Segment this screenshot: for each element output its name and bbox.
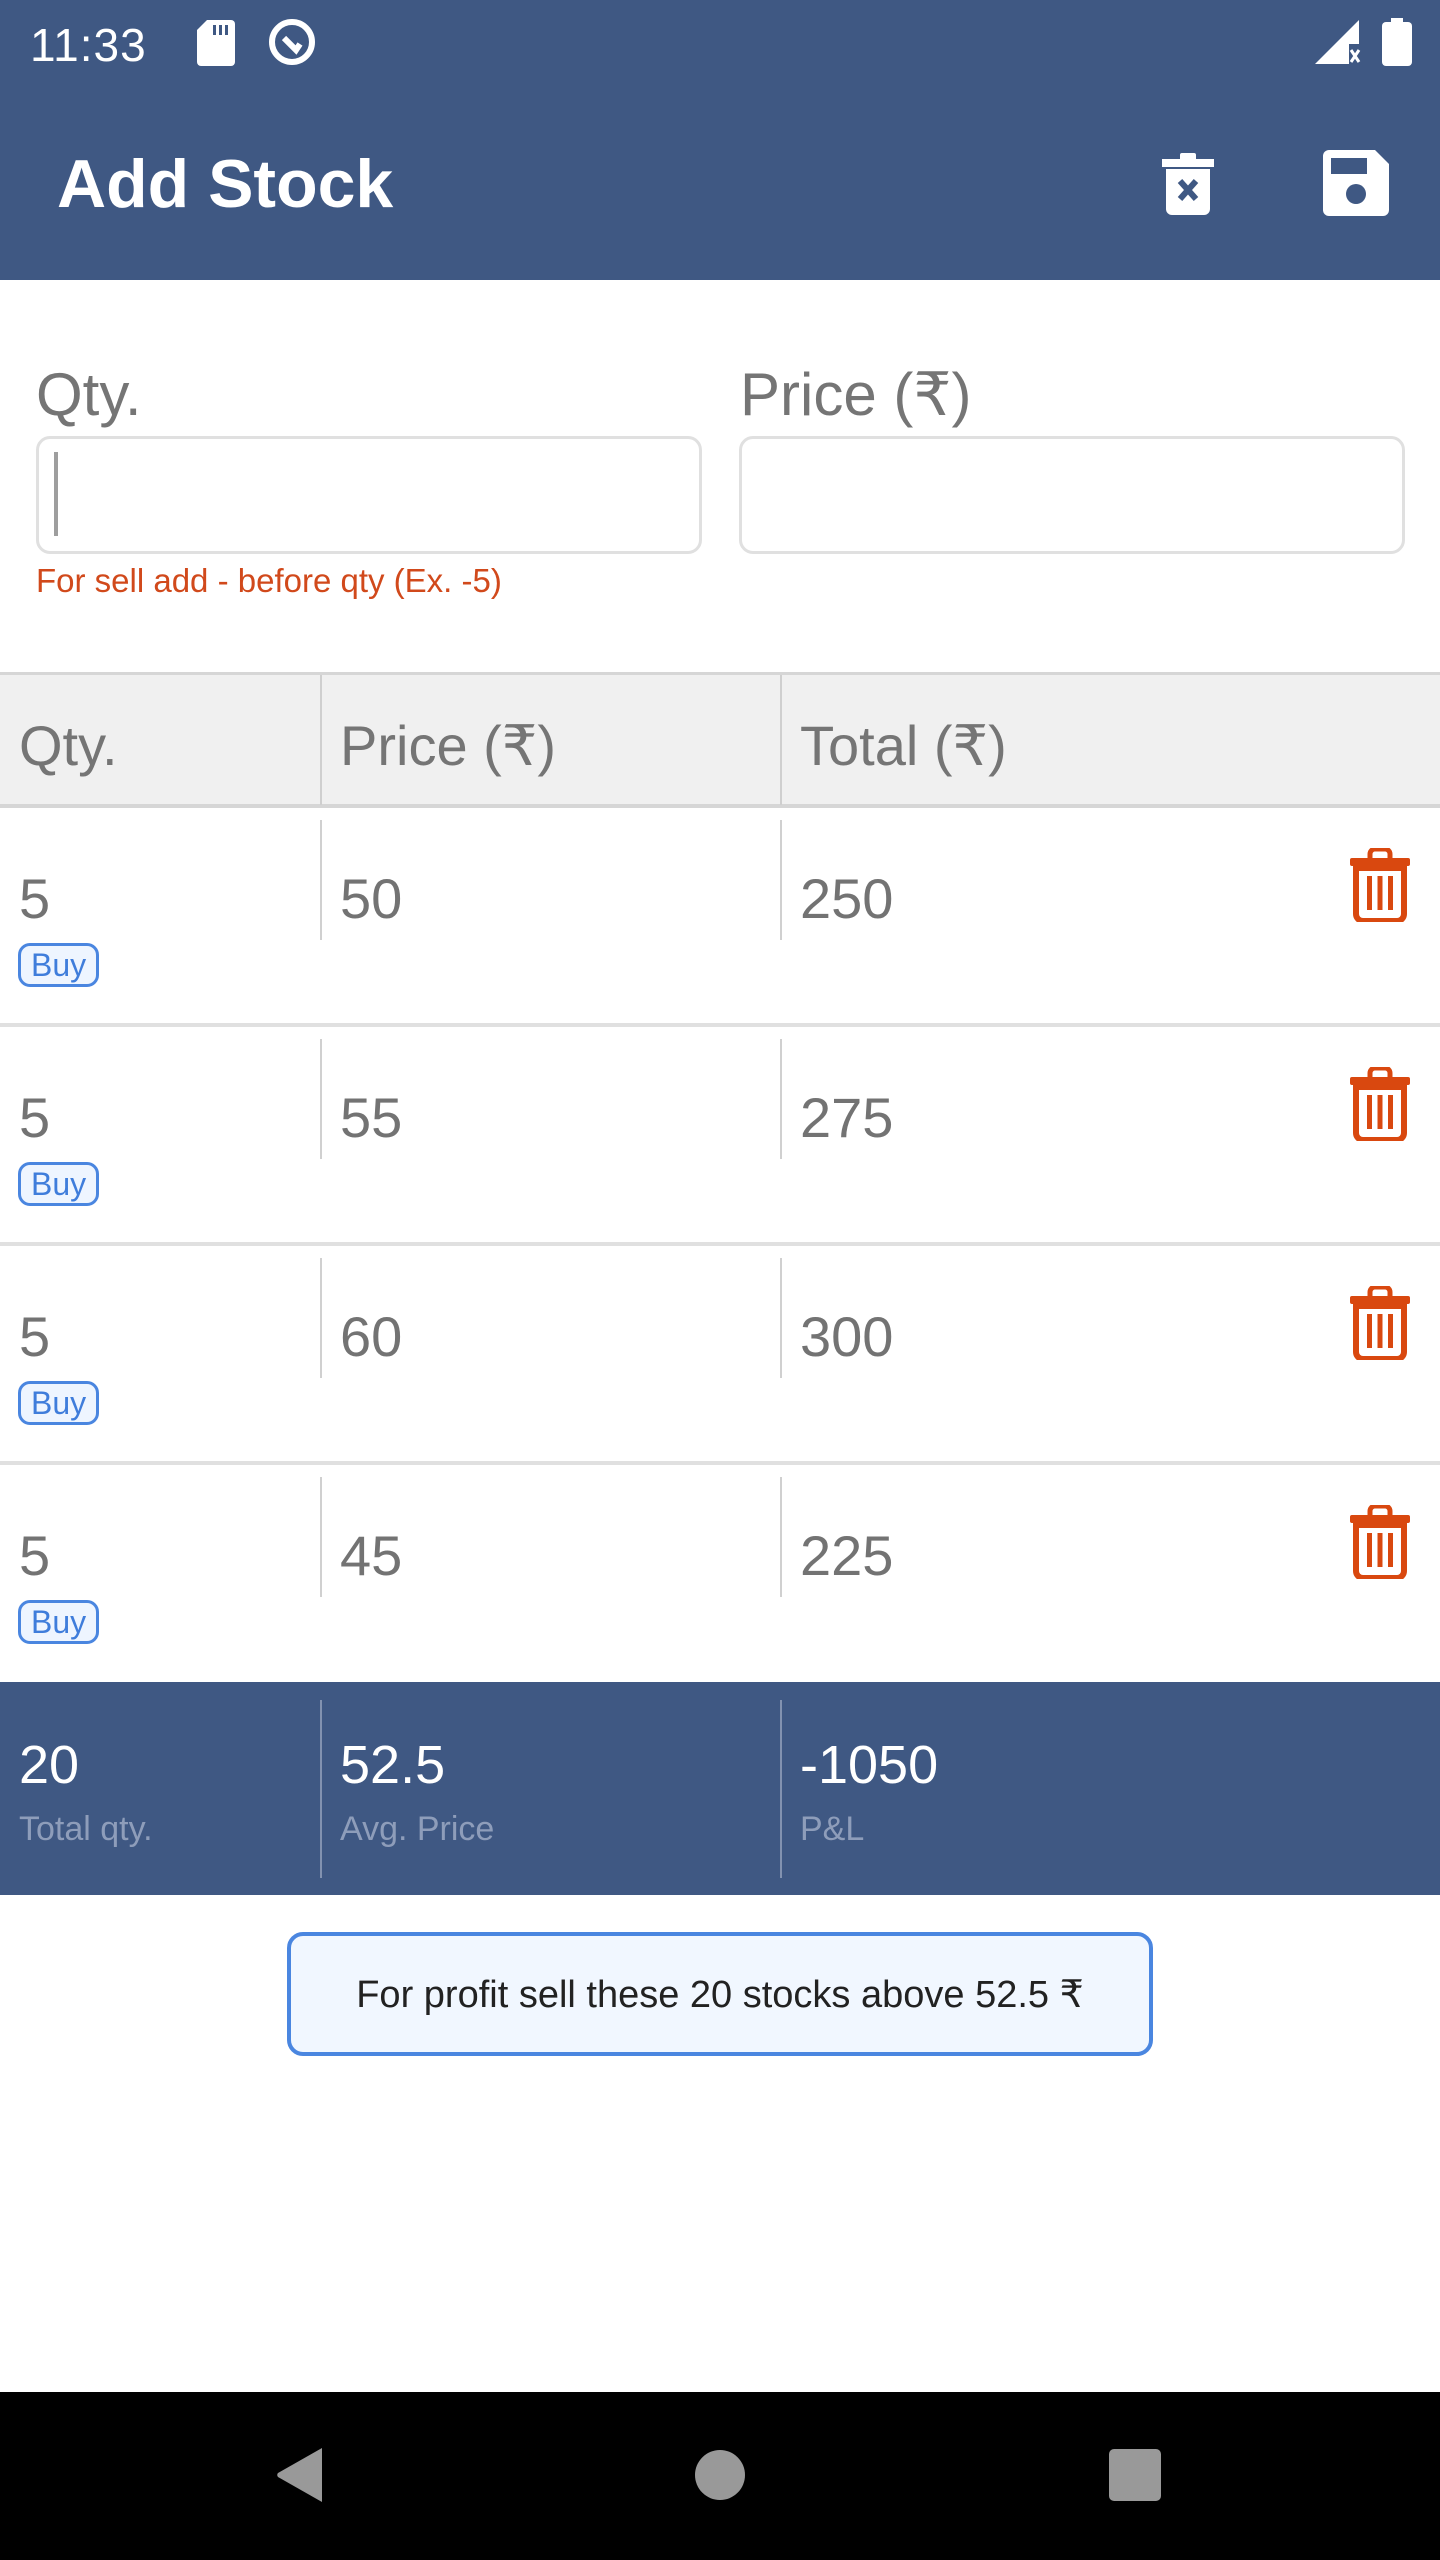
delete-row-button[interactable] (1350, 1284, 1420, 1366)
delete-row-button[interactable] (1350, 1065, 1420, 1147)
price-input[interactable] (739, 436, 1405, 554)
pnl-label: P&L (800, 1810, 865, 1848)
row-price: 60 (340, 1305, 403, 1368)
navigation-bar (0, 2392, 1440, 2560)
buy-badge: Buy (18, 1381, 100, 1425)
trash-icon (1350, 1284, 1410, 1364)
row-total: 300 (800, 1305, 894, 1368)
battery-icon (1382, 18, 1412, 71)
column-divider (320, 675, 322, 805)
column-divider (780, 675, 782, 805)
nav-home-button[interactable] (675, 2432, 765, 2522)
column-divider (320, 1258, 322, 1378)
qty-label: Qty. (36, 361, 142, 428)
table-row: 5 Buy 45 225 (0, 1465, 1440, 1684)
back-triangle-icon (274, 2446, 326, 2509)
summary-bar: 20 Total qty. 52.5 Avg. Price -1050 P&L (0, 1682, 1440, 1895)
avg-price-label: Avg. Price (340, 1810, 495, 1848)
status-time: 11:33 (30, 19, 147, 71)
row-qty: 5 (19, 867, 51, 930)
page-title: Add Stock (57, 146, 394, 222)
profit-info-text: For profit sell these 20 stocks above 52… (356, 1973, 1084, 2016)
buy-badge: Buy (18, 1600, 100, 1644)
profit-info-box: For profit sell these 20 stocks above 52… (287, 1932, 1153, 2056)
row-total: 250 (800, 867, 894, 930)
column-divider (780, 1700, 782, 1878)
app-bar: Add Stock (0, 95, 1440, 280)
trash-icon (1350, 846, 1410, 926)
floppy-disk-icon (1323, 149, 1389, 221)
signal-no-data-icon (1315, 20, 1361, 71)
buy-badge: Buy (18, 943, 100, 987)
avg-price-value: 52.5 (340, 1735, 446, 1795)
column-divider (320, 1700, 322, 1878)
row-price: 45 (340, 1524, 403, 1587)
delete-row-button[interactable] (1350, 1503, 1420, 1585)
header-total: Total (₹) (800, 714, 1007, 777)
total-qty-label: Total qty. (19, 1810, 153, 1848)
table-row: 5 Buy 50 250 (0, 808, 1440, 1027)
row-qty: 5 (19, 1305, 51, 1368)
save-button[interactable] (1316, 145, 1396, 225)
total-qty-value: 20 (19, 1735, 80, 1795)
header-qty: Qty. (19, 714, 118, 777)
column-divider (780, 820, 782, 940)
column-divider (320, 1039, 322, 1159)
pnl-value: -1050 (800, 1735, 939, 1795)
buy-badge: Buy (18, 1162, 100, 1206)
status-bar: 11:33 (0, 0, 1440, 95)
nav-back-button[interactable] (255, 2432, 345, 2522)
delete-row-button[interactable] (1350, 846, 1420, 928)
data-saver-icon (266, 16, 318, 73)
row-qty: 5 (19, 1086, 51, 1149)
sd-card-icon (197, 20, 235, 71)
row-price: 50 (340, 867, 403, 930)
recents-square-icon (1108, 2448, 1162, 2507)
home-circle-icon (693, 2448, 747, 2507)
header-price: Price (₹) (340, 714, 557, 777)
column-divider (320, 820, 322, 940)
nav-recents-button[interactable] (1090, 2432, 1180, 2522)
row-qty: 5 (19, 1524, 51, 1587)
helper-text: For sell add - before qty (Ex. -5) (36, 562, 502, 599)
column-divider (320, 1477, 322, 1597)
clear-all-button[interactable] (1148, 145, 1228, 225)
row-total: 275 (800, 1086, 894, 1149)
trash-icon (1350, 1503, 1410, 1583)
table-row: 5 Buy 55 275 (0, 1027, 1440, 1246)
table-header: Qty. Price (₹) Total (₹) (0, 672, 1440, 808)
row-total: 225 (800, 1524, 894, 1587)
column-divider (780, 1039, 782, 1159)
qty-input[interactable] (36, 436, 702, 554)
table-row: 5 Buy 60 300 (0, 1246, 1440, 1465)
price-label: Price (₹) (740, 361, 972, 428)
trash-x-icon (1162, 151, 1214, 220)
row-price: 55 (340, 1086, 403, 1149)
text-cursor (54, 452, 58, 536)
column-divider (780, 1258, 782, 1378)
trash-icon (1350, 1065, 1410, 1145)
column-divider (780, 1477, 782, 1597)
